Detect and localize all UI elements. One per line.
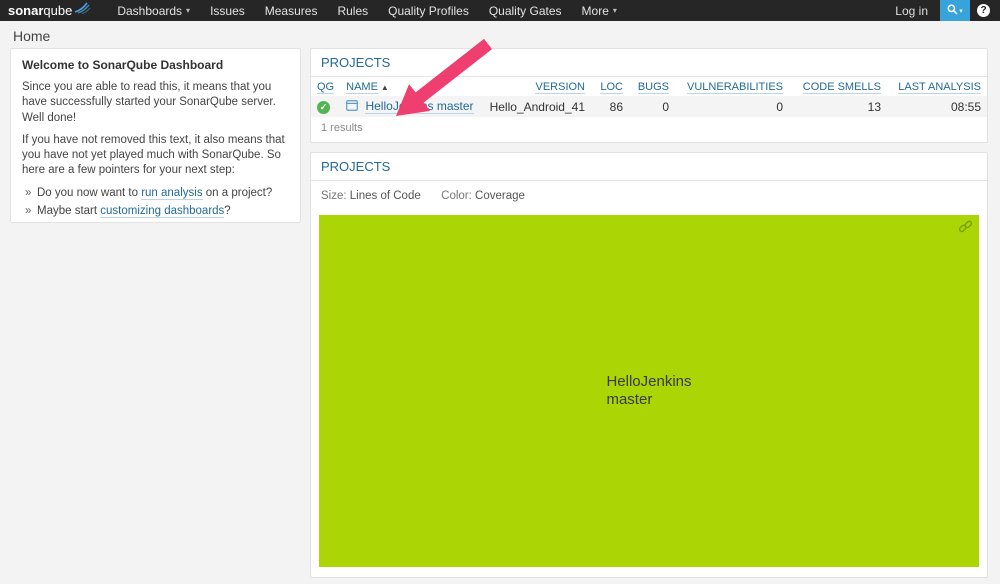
bullet-text: ? bbox=[224, 204, 231, 217]
welcome-paragraph-1: Since you are able to read this, it mean… bbox=[22, 81, 276, 124]
projects-table: QG NAME ▲ VERSION LOC BUGS VULNERABILITIE… bbox=[311, 77, 987, 117]
version-cell: Hello_Android_41 bbox=[489, 99, 585, 114]
nav-item-label: Quality Gates bbox=[488, 3, 562, 18]
navbar-menu: Dashboards ▾ Issues Measures Rules Qualit… bbox=[107, 0, 627, 21]
nav-item-more[interactable]: More ▾ bbox=[572, 0, 627, 21]
column-header-name[interactable]: NAME ▲ bbox=[340, 77, 483, 96]
nav-item-measures[interactable]: Measures bbox=[255, 0, 328, 21]
navbar-right: Log in ▾ ? bbox=[883, 0, 1000, 21]
logo-text-light: qube bbox=[43, 3, 73, 18]
results-count: 1 results bbox=[321, 122, 363, 134]
list-item: Do you now want to run analysis on a pro… bbox=[22, 186, 289, 201]
column-header-version[interactable]: VERSION bbox=[484, 77, 591, 96]
size-label: Size: bbox=[321, 190, 347, 202]
project-qualifier-icon bbox=[346, 100, 361, 114]
color-label: Color: bbox=[441, 190, 472, 202]
nav-item-dashboards[interactable]: Dashboards ▾ bbox=[107, 0, 200, 21]
treemap-legend: Size: Lines of Code Color: Coverage bbox=[311, 181, 987, 210]
welcome-title: Welcome to SonarQube Dashboard bbox=[22, 58, 224, 72]
help-icon[interactable]: ? bbox=[977, 4, 990, 17]
size-metric: Lines of Code bbox=[349, 190, 421, 202]
top-navbar: sonar qube Dashboards ▾ Issues Measures Ru… bbox=[0, 0, 1000, 21]
table-row: ✓ HelloJenkins master Hello_Android_41 8… bbox=[311, 96, 987, 117]
nav-item-rules[interactable]: Rules bbox=[327, 0, 378, 21]
nav-item-quality-gates[interactable]: Quality Gates bbox=[479, 0, 572, 21]
link-icon[interactable] bbox=[958, 219, 973, 239]
qg-status-cell: ✓ bbox=[311, 96, 340, 117]
nav-item-label: Issues bbox=[210, 3, 245, 18]
vulnerabilities-cell: 0 bbox=[776, 99, 783, 114]
bugs-cell: 0 bbox=[662, 99, 669, 114]
treemap-label-line1: HelloJenkins bbox=[606, 372, 692, 390]
search-button[interactable]: ▾ bbox=[940, 0, 970, 21]
chevron-down-icon: ▾ bbox=[959, 7, 963, 15]
chevron-down-icon: ▾ bbox=[612, 6, 617, 15]
sort-asc-icon: ▲ bbox=[380, 83, 389, 92]
logo-swoosh-icon bbox=[74, 1, 91, 17]
nav-item-issues[interactable]: Issues bbox=[200, 0, 255, 21]
logo-text-bold: sonar bbox=[8, 3, 44, 18]
projects-widget-title: PROJECTS bbox=[311, 49, 987, 77]
treemap-cell-label: HelloJenkins master bbox=[606, 373, 691, 410]
column-header-qg[interactable]: QG bbox=[311, 77, 340, 96]
nav-item-quality-profiles[interactable]: Quality Profiles bbox=[378, 0, 479, 21]
login-link[interactable]: Log in bbox=[883, 4, 940, 18]
loc-cell: 86 bbox=[609, 99, 623, 114]
sonarqube-logo[interactable]: sonar qube bbox=[8, 1, 91, 18]
nav-item-label: Dashboards bbox=[117, 3, 183, 18]
nav-item-label: Measures bbox=[264, 3, 318, 18]
treemap-label-line2: master bbox=[606, 391, 653, 408]
welcome-pointer-list: Do you now want to run analysis on a pro… bbox=[22, 186, 289, 223]
treemap-widget-title: PROJECTS bbox=[311, 153, 987, 181]
code-smells-cell: 13 bbox=[867, 99, 881, 114]
color-metric: Coverage bbox=[475, 190, 525, 202]
bullet-text: Do you now want to bbox=[37, 186, 142, 199]
column-header-vulnerabilities[interactable]: VULNERABILITIES bbox=[675, 77, 789, 96]
last-analysis-cell: 08:55 bbox=[950, 99, 981, 114]
column-header-code-smells[interactable]: CODE SMELLS bbox=[789, 77, 887, 96]
table-header-row: QG NAME ▲ VERSION LOC BUGS VULNERABILITIE… bbox=[311, 77, 987, 96]
page-title: Home bbox=[13, 28, 51, 44]
bullet-text: on a project? bbox=[202, 186, 273, 199]
column-header-bugs[interactable]: BUGS bbox=[629, 77, 675, 96]
projects-treemap-widget: PROJECTS Size: Lines of Code Color: Cove… bbox=[310, 152, 988, 578]
list-item: Maybe start customizing dashboards? bbox=[22, 204, 289, 219]
customizing-dashboards-link[interactable]: customizing dashboards bbox=[100, 204, 225, 218]
quality-gate-passed-icon: ✓ bbox=[317, 100, 330, 114]
column-header-loc[interactable]: LOC bbox=[591, 77, 629, 96]
project-link[interactable]: HelloJenkins master bbox=[365, 99, 474, 114]
bullet-text: Maybe start bbox=[37, 204, 101, 217]
list-item: Or simply browse the complete documentat… bbox=[22, 222, 289, 223]
treemap-cell[interactable]: HelloJenkins master bbox=[319, 215, 979, 567]
run-analysis-link[interactable]: run analysis bbox=[141, 186, 203, 200]
nav-item-label: More bbox=[581, 3, 609, 18]
nav-item-label: Quality Profiles bbox=[388, 3, 469, 18]
welcome-widget: Welcome to SonarQube Dashboard Since you… bbox=[10, 48, 301, 223]
projects-table-widget: PROJECTS QG NAME ▲ VERSION LOC BUGS VULNE… bbox=[310, 48, 988, 143]
column-header-last-analysis[interactable]: LAST ANALYSIS bbox=[887, 77, 987, 96]
chevron-down-icon: ▾ bbox=[186, 6, 191, 15]
nav-item-label: Rules bbox=[337, 3, 369, 18]
welcome-paragraph-2: If you have not removed this text, it al… bbox=[22, 133, 285, 177]
project-name-cell: HelloJenkins master bbox=[340, 96, 483, 117]
search-icon bbox=[947, 3, 958, 18]
